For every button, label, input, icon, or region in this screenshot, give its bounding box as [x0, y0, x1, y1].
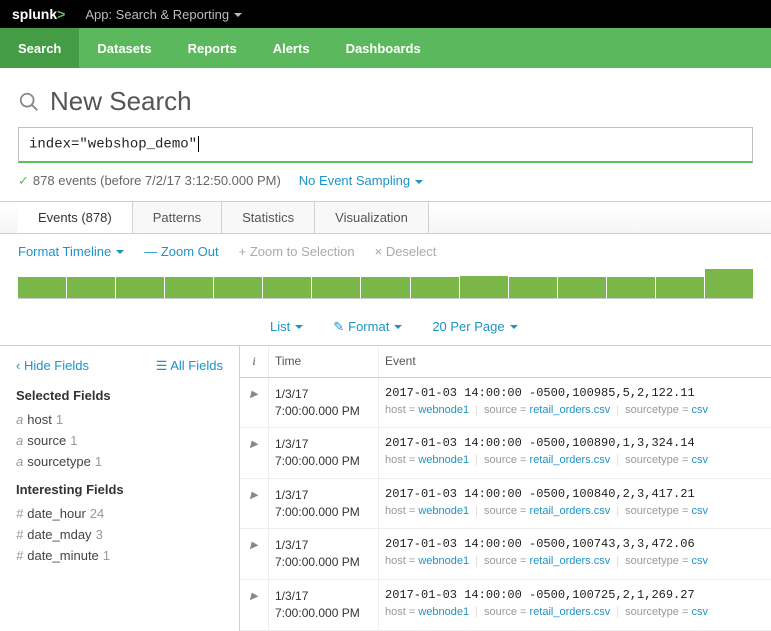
timeline-bar[interactable] [165, 277, 213, 297]
check-icon: ✓ [18, 173, 29, 188]
deselect-button: × Deselect [375, 244, 437, 259]
chevron-right-icon: ▶ [250, 591, 258, 602]
selected-fields-heading: Selected Fields [16, 388, 223, 403]
col-info[interactable]: i [240, 346, 268, 377]
event-content: 2017-01-03 14:00:00 -0500,100985,5,2,122… [378, 378, 771, 428]
timeline-area: Format Timeline — Zoom Out + Zoom to Sel… [0, 234, 771, 309]
result-tab[interactable]: Visualization [315, 202, 429, 233]
nav-tab-datasets[interactable]: Datasets [79, 28, 169, 68]
interesting-fields-heading: Interesting Fields [16, 482, 223, 497]
nav-tab-dashboards[interactable]: Dashboards [328, 28, 439, 68]
event-row: ▶ 1/3/177:00:00.000 PM 2017-01-03 14:00:00… [240, 378, 771, 429]
hide-fields-button[interactable]: ‹ Hide Fields [16, 358, 89, 374]
timeline-bar[interactable] [263, 277, 311, 297]
result-tab[interactable]: Statistics [222, 202, 315, 233]
main-nav: SearchDatasetsReportsAlertsDashboards [0, 28, 771, 68]
timeline-bar[interactable] [361, 277, 409, 297]
page-title: New Search [50, 86, 192, 117]
results-toolbar: List ✎Format 20 Per Page [0, 309, 771, 346]
result-tab[interactable]: Patterns [133, 202, 222, 233]
events-header-row: i Time Event [240, 346, 771, 378]
result-tabs: Events (878)PatternsStatisticsVisualizat… [0, 201, 771, 234]
chevron-right-icon: ▶ [250, 439, 258, 450]
event-content: 2017-01-03 14:00:00 -0500,100890,1,3,324… [378, 428, 771, 478]
event-count-text: 878 events (before 7/2/17 3:12:50.000 PM… [33, 173, 281, 188]
fields-pane: ‹ Hide Fields ☰ All Fields Selected Fiel… [0, 346, 240, 631]
chevron-right-icon: ▶ [250, 490, 258, 501]
event-time: 1/3/177:00:00.000 PM [268, 479, 378, 529]
nav-tab-reports[interactable]: Reports [170, 28, 255, 68]
page-header: New Search index="webshop_demo" [0, 68, 771, 173]
field-item-source[interactable]: asource1 [16, 430, 223, 451]
timeline-bar[interactable] [509, 277, 557, 297]
status-row: ✓ 878 events (before 7/2/17 3:12:50.000 P… [0, 173, 771, 201]
timeline-bar[interactable] [607, 277, 655, 297]
expand-row-button[interactable]: ▶ [240, 580, 268, 630]
expand-row-button[interactable]: ▶ [240, 479, 268, 529]
event-meta: host = webnode1|source = retail_orders.c… [385, 606, 765, 618]
timeline-bar[interactable] [67, 277, 115, 297]
per-page-dropdown[interactable]: 20 Per Page [432, 319, 517, 335]
timeline-chart[interactable] [18, 269, 753, 299]
timeline-bar[interactable] [460, 276, 508, 298]
timeline-bar[interactable] [18, 277, 66, 297]
nav-tab-alerts[interactable]: Alerts [255, 28, 328, 68]
all-fields-button[interactable]: ☰ All Fields [156, 358, 223, 374]
timeline-bar[interactable] [656, 277, 704, 297]
content-split: ‹ Hide Fields ☰ All Fields Selected Fiel… [0, 346, 771, 631]
event-time: 1/3/177:00:00.000 PM [268, 428, 378, 478]
result-tab[interactable]: Events (878) [18, 202, 133, 233]
timeline-bar[interactable] [411, 277, 459, 297]
event-row: ▶ 1/3/177:00:00.000 PM 2017-01-03 14:00:00… [240, 479, 771, 530]
field-item-date_hour[interactable]: #date_hour24 [16, 503, 223, 524]
col-time[interactable]: Time [268, 346, 378, 377]
expand-row-button[interactable]: ▶ [240, 378, 268, 428]
event-row: ▶ 1/3/177:00:00.000 PM 2017-01-03 14:00:00… [240, 580, 771, 631]
search-input[interactable]: index="webshop_demo" [18, 127, 753, 163]
expand-row-button[interactable]: ▶ [240, 428, 268, 478]
top-bar: splunk> App: Search & Reporting [0, 0, 771, 28]
col-event: Event [378, 346, 771, 377]
event-raw: 2017-01-03 14:00:00 -0500,100743,3,3,472… [385, 537, 765, 551]
field-item-date_minute[interactable]: #date_minute1 [16, 545, 223, 566]
expand-row-button[interactable]: ▶ [240, 529, 268, 579]
event-content: 2017-01-03 14:00:00 -0500,100725,2,1,269… [378, 580, 771, 630]
event-meta: host = webnode1|source = retail_orders.c… [385, 505, 765, 517]
timeline-bar[interactable] [558, 277, 606, 297]
event-meta: host = webnode1|source = retail_orders.c… [385, 404, 765, 416]
timeline-bar[interactable] [312, 277, 360, 297]
event-meta: host = webnode1|source = retail_orders.c… [385, 555, 765, 567]
event-meta: host = webnode1|source = retail_orders.c… [385, 454, 765, 466]
event-time: 1/3/177:00:00.000 PM [268, 580, 378, 630]
search-icon [18, 91, 40, 113]
event-time: 1/3/177:00:00.000 PM [268, 529, 378, 579]
event-raw: 2017-01-03 14:00:00 -0500,100890,1,3,324… [385, 436, 765, 450]
list-dropdown[interactable]: List [270, 319, 303, 335]
event-time: 1/3/177:00:00.000 PM [268, 378, 378, 428]
timeline-bar[interactable] [705, 269, 753, 298]
zoom-out-button[interactable]: — Zoom Out [144, 244, 218, 259]
timeline-bar[interactable] [214, 277, 262, 297]
chevron-right-icon: ▶ [250, 540, 258, 551]
events-pane: i Time Event ▶ 1/3/177:00:00.000 PM 2017-0… [240, 346, 771, 631]
format-timeline-dropdown[interactable]: Format Timeline [18, 244, 124, 259]
event-raw: 2017-01-03 14:00:00 -0500,100840,2,3,417… [385, 487, 765, 501]
app-switcher[interactable]: App: Search & Reporting [85, 7, 242, 22]
field-item-host[interactable]: ahost1 [16, 409, 223, 430]
event-content: 2017-01-03 14:00:00 -0500,100840,2,3,417… [378, 479, 771, 529]
chevron-right-icon: ▶ [250, 389, 258, 400]
event-row: ▶ 1/3/177:00:00.000 PM 2017-01-03 14:00:00… [240, 529, 771, 580]
sampling-dropdown[interactable]: No Event Sampling [299, 173, 423, 188]
event-row: ▶ 1/3/177:00:00.000 PM 2017-01-03 14:00:00… [240, 428, 771, 479]
nav-tab-search[interactable]: Search [0, 28, 79, 68]
format-dropdown[interactable]: ✎Format [333, 319, 402, 335]
field-item-sourcetype[interactable]: asourcetype1 [16, 451, 223, 472]
timeline-bar[interactable] [116, 277, 164, 297]
logo[interactable]: splunk> [12, 6, 65, 22]
zoom-to-selection-button: + Zoom to Selection [239, 244, 355, 259]
event-content: 2017-01-03 14:00:00 -0500,100743,3,3,472… [378, 529, 771, 579]
field-item-date_mday[interactable]: #date_mday3 [16, 524, 223, 545]
event-raw: 2017-01-03 14:00:00 -0500,100725,2,1,269… [385, 588, 765, 602]
event-raw: 2017-01-03 14:00:00 -0500,100985,5,2,122… [385, 386, 765, 400]
